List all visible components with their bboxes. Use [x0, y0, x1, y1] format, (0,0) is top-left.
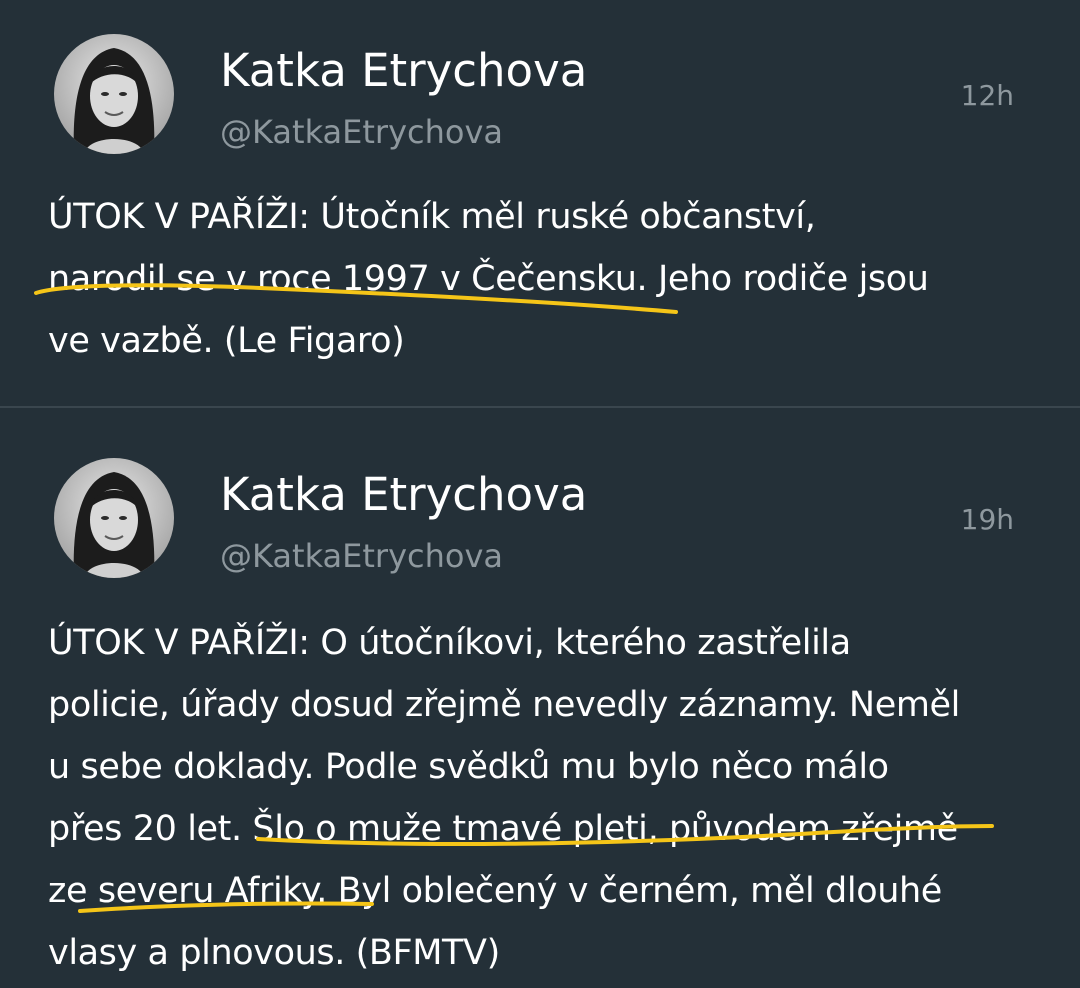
- timestamp: 12h: [960, 79, 1014, 112]
- tweet-text-line: ve vazbě. (Le Figaro): [48, 321, 405, 361]
- author-name[interactable]: Katka Etrychova: [220, 44, 587, 97]
- tweet-text: ÚTOK V PAŘÍŽI: Útočník měl ruské občanst…: [48, 186, 1048, 372]
- author-name[interactable]: Katka Etrychova: [220, 468, 587, 521]
- author-handle[interactable]: @KatkaEtrychova: [220, 537, 503, 575]
- tweet-text-line: ze severu Afriky. Byl oblečený v černém,…: [48, 871, 942, 911]
- tweet-text-line: u sebe doklady. Podle svědků mu bylo něc…: [48, 747, 889, 787]
- tweet-text-line: vlasy a plnovous. (BFMTV): [48, 933, 500, 973]
- tweet-text-line: policie, úřady dosud zřejmě nevedly zázn…: [48, 685, 960, 725]
- avatar[interactable]: [54, 458, 174, 578]
- tweet-card[interactable]: Katka Etrychova @KatkaEtrychova 19h ÚTOK…: [0, 408, 1080, 988]
- tweet-text: ÚTOK V PAŘÍŽI: O útočníkovi, kterého zas…: [48, 612, 1048, 984]
- avatar-image: [54, 34, 174, 154]
- tweet-text-line: ÚTOK V PAŘÍŽI: O útočníkovi, kterého zas…: [48, 623, 851, 663]
- avatar-image: [54, 458, 174, 578]
- author-handle[interactable]: @KatkaEtrychova: [220, 113, 503, 151]
- tweet-text-line: přes 20 let. Šlo o muže tmavé pleti, pův…: [48, 809, 958, 849]
- timestamp: 19h: [960, 503, 1014, 536]
- avatar[interactable]: [54, 34, 174, 154]
- tweet-text-line: ÚTOK V PAŘÍŽI: Útočník měl ruské občanst…: [48, 197, 816, 237]
- tweet-card[interactable]: Katka Etrychova @KatkaEtrychova 12h ÚTOK…: [0, 0, 1080, 407]
- tweet-text-line: narodil se v roce 1997 v Čečensku. Jeho …: [48, 259, 929, 299]
